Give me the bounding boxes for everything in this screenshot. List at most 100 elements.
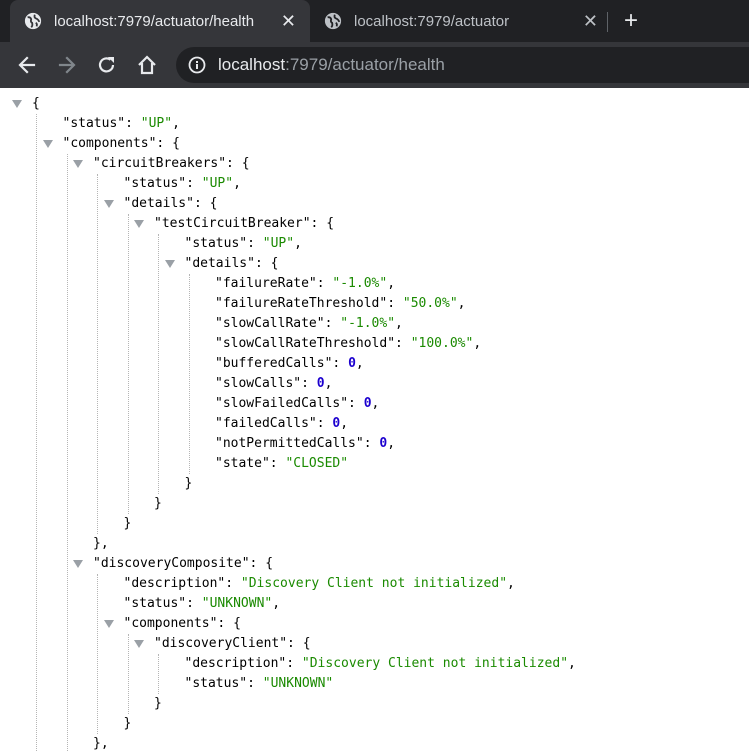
json-quote: ": bbox=[293, 376, 317, 391]
json-line: "slowCallRateThreshold": "100.0%", bbox=[215, 334, 481, 354]
json-quote: ": bbox=[218, 156, 242, 171]
json-line: "status": "UP", bbox=[185, 234, 302, 254]
close-tab-icon[interactable]: ✕ bbox=[583, 11, 598, 31]
json-key: status bbox=[131, 596, 179, 611]
json-line: "components": { bbox=[63, 134, 180, 154]
collapse-toggle-icon[interactable] bbox=[164, 260, 175, 268]
json-string-value: UP bbox=[148, 116, 165, 131]
json-quote: " bbox=[215, 296, 223, 311]
json-key: details bbox=[192, 256, 248, 271]
close-tab-icon[interactable]: ✕ bbox=[281, 11, 296, 31]
json-string-value: UNKNOWN bbox=[209, 596, 265, 611]
json-quote: " bbox=[215, 436, 223, 451]
json-key: circuitBreakers bbox=[100, 156, 219, 171]
json-comma: , bbox=[387, 436, 396, 451]
json-key: state bbox=[222, 456, 262, 471]
indent-guide bbox=[97, 174, 98, 534]
info-icon[interactable] bbox=[188, 56, 206, 74]
json-comma: , bbox=[272, 596, 281, 611]
json-quote: ": bbox=[302, 216, 327, 231]
json-quote: ": bbox=[316, 316, 341, 331]
json-quote: ": bbox=[279, 636, 303, 651]
json-quote: " bbox=[340, 316, 349, 331]
json-comma: , bbox=[473, 336, 482, 351]
json-close-brace: } bbox=[123, 516, 132, 531]
json-line: "failureRateThreshold": "50.0%", bbox=[215, 294, 465, 314]
json-quote: ": bbox=[217, 576, 241, 591]
json-close-brace: } bbox=[184, 476, 193, 491]
json-quote: ": bbox=[186, 196, 210, 211]
json-quote: " bbox=[449, 296, 458, 311]
json-open-brace: { bbox=[265, 556, 274, 571]
json-quote: " bbox=[140, 116, 149, 131]
json-key: slowCalls bbox=[222, 376, 294, 391]
json-line: } bbox=[124, 714, 132, 734]
json-quote: " bbox=[201, 596, 210, 611]
browser-toolbar: localhost:7979/actuator/health bbox=[0, 42, 749, 88]
json-line: }, bbox=[93, 734, 109, 751]
collapse-toggle-icon[interactable] bbox=[73, 560, 83, 568]
collapse-toggle-icon[interactable] bbox=[12, 100, 22, 108]
json-line: } bbox=[154, 694, 162, 714]
arrow-right-icon[interactable] bbox=[56, 54, 78, 76]
home-icon[interactable] bbox=[136, 54, 158, 76]
json-open-brace: { bbox=[270, 256, 279, 271]
json-string-value: UP bbox=[209, 176, 226, 191]
json-quote: " bbox=[215, 336, 223, 351]
url-text[interactable]: localhost:7979/actuator/health bbox=[218, 55, 445, 75]
json-line: "components": { bbox=[124, 614, 241, 634]
json-quote: " bbox=[93, 156, 101, 171]
json-quote: ": bbox=[241, 556, 266, 571]
json-key: description bbox=[192, 656, 279, 671]
json-line: "slowCallRate": "-1.0%", bbox=[215, 314, 403, 334]
indent-guide bbox=[188, 274, 190, 474]
tab-actuator[interactable]: localhost:7979/actuator ✕ bbox=[312, 0, 612, 42]
collapse-toggle-icon[interactable] bbox=[73, 160, 83, 168]
json-quote: ": bbox=[308, 276, 333, 291]
new-tab-button[interactable]: + bbox=[624, 8, 638, 34]
json-open-brace: { bbox=[302, 636, 311, 651]
json-string-value: 100.0% bbox=[418, 336, 466, 351]
json-quote: " bbox=[402, 296, 411, 311]
json-quote: " bbox=[164, 116, 173, 131]
json-string-value: CLOSED bbox=[293, 456, 341, 471]
json-line: { bbox=[32, 94, 40, 114]
json-comma: , bbox=[340, 416, 349, 431]
json-key: slowFailedCalls bbox=[222, 396, 341, 411]
json-quote: " bbox=[215, 356, 223, 371]
json-quote: " bbox=[93, 556, 101, 571]
json-quote: " bbox=[215, 376, 223, 391]
reload-icon[interactable] bbox=[96, 54, 118, 76]
indent-guide bbox=[158, 234, 159, 494]
address-bar[interactable]: localhost:7979/actuator/health bbox=[176, 47, 749, 83]
tab-strip: localhost:7979/actuator/health ✕ localho… bbox=[0, 0, 749, 42]
json-number-value: 0 bbox=[363, 396, 372, 411]
collapse-toggle-icon[interactable] bbox=[103, 620, 114, 628]
json-string-value: 50.0% bbox=[410, 296, 450, 311]
json-line: "discoveryComposite": { bbox=[93, 554, 273, 574]
json-quote: " bbox=[215, 416, 223, 431]
json-quote: ": bbox=[355, 436, 380, 451]
json-comma: , bbox=[172, 116, 180, 131]
json-quote: " bbox=[340, 456, 349, 471]
json-key: testCircuitBreaker bbox=[161, 216, 303, 231]
json-quote: " bbox=[325, 676, 334, 691]
json-comma: , bbox=[568, 656, 576, 671]
collapse-toggle-icon[interactable] bbox=[103, 200, 114, 208]
json-quote: ": bbox=[324, 356, 349, 371]
json-key: status bbox=[192, 676, 240, 691]
json-quote: " bbox=[225, 176, 234, 191]
json-quote: ": bbox=[387, 336, 411, 351]
indent-guide bbox=[36, 114, 37, 751]
collapse-toggle-icon[interactable] bbox=[134, 220, 144, 228]
json-quote: " bbox=[215, 396, 223, 411]
json-close-brace: } bbox=[154, 696, 162, 711]
collapse-toggle-icon[interactable] bbox=[42, 140, 53, 148]
collapse-toggle-icon[interactable] bbox=[134, 640, 144, 648]
json-number-value: 0 bbox=[316, 376, 325, 391]
tab-actuator-health[interactable]: localhost:7979/actuator/health ✕ bbox=[10, 0, 310, 42]
arrow-left-icon[interactable] bbox=[16, 54, 38, 76]
json-quote: ": bbox=[379, 296, 403, 311]
json-quote: " bbox=[215, 316, 223, 331]
json-quote: " bbox=[154, 216, 162, 231]
